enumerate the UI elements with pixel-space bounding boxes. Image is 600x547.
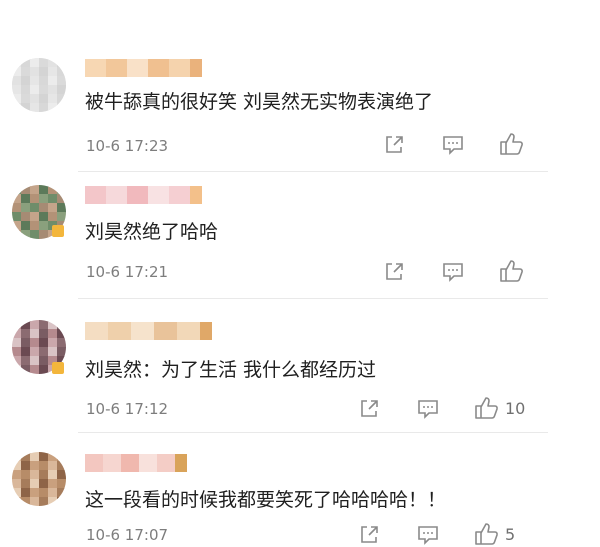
share-icon — [386, 136, 403, 153]
like-icon — [475, 397, 498, 419]
username-blur-block — [121, 454, 139, 472]
username-blur-block — [190, 59, 202, 77]
username-blur-block — [175, 454, 187, 472]
comment-icon — [443, 263, 463, 282]
like-button[interactable] — [473, 521, 498, 545]
share-icon — [361, 400, 378, 417]
avatar[interactable] — [12, 452, 66, 506]
like-button[interactable] — [498, 131, 523, 155]
verified-badge-icon — [52, 225, 64, 237]
like-count: 10 — [505, 399, 526, 418]
username-blur-block — [131, 322, 154, 340]
share-icon — [361, 526, 378, 543]
username-blur-block — [85, 59, 106, 77]
username-blur-block — [190, 186, 202, 204]
username-blur-block — [85, 322, 108, 340]
comment-icon — [443, 136, 463, 155]
comment-time: 10-6 17:12 — [86, 400, 169, 418]
avatar-pixel — [57, 497, 66, 506]
comment-icon — [418, 400, 438, 419]
username-blur-block — [106, 186, 127, 204]
share-button[interactable] — [382, 260, 406, 284]
username-blur-block — [200, 322, 212, 340]
comment-time: 10-6 17:07 — [86, 526, 169, 544]
comment-text: 刘昊然绝了哈哈 — [85, 221, 219, 243]
username-blur-block — [169, 186, 190, 204]
username[interactable] — [85, 322, 225, 340]
like-button[interactable] — [498, 258, 523, 282]
share-button[interactable] — [357, 397, 381, 421]
comment-text: 这一段看的时候我都要笑死了哈哈哈哈！！ — [85, 489, 447, 511]
divider — [78, 298, 548, 299]
avatar-pixel — [57, 103, 66, 112]
username-blur-block — [154, 322, 177, 340]
like-icon — [475, 523, 498, 545]
comment-button[interactable] — [416, 397, 440, 421]
share-button[interactable] — [382, 133, 406, 157]
comment-item: 刘昊然：为了生活 我什么都经历过 10-6 17:12 10 — [0, 300, 600, 438]
comment-item: 被牛舔真的很好笑 刘昊然无实物表演绝了 10-6 17:23 — [0, 0, 600, 172]
username-blur-block — [103, 454, 121, 472]
comment-time: 10-6 17:21 — [86, 263, 169, 281]
username-blur-block — [108, 322, 131, 340]
comment-button[interactable] — [441, 133, 465, 157]
share-icon — [386, 263, 403, 280]
verified-badge-icon — [52, 362, 64, 374]
avatar[interactable] — [12, 58, 66, 112]
username-blur-block — [127, 59, 148, 77]
comment-icon — [418, 526, 438, 545]
username-blur-block — [148, 59, 169, 77]
username-blur-block — [177, 322, 200, 340]
comment-time: 10-6 17:23 — [86, 137, 169, 155]
username-blur-block — [85, 454, 103, 472]
username[interactable] — [85, 186, 215, 204]
share-button[interactable] — [357, 523, 381, 547]
username[interactable] — [85, 59, 215, 77]
comment-item: 这一段看的时候我都要笑死了哈哈哈哈！！ 10-6 17:07 5 — [0, 434, 600, 545]
username[interactable] — [85, 454, 195, 472]
comment-text: 刘昊然：为了生活 我什么都经历过 — [85, 359, 377, 381]
divider — [78, 432, 548, 433]
username-blur-block — [169, 59, 190, 77]
username-blur-block — [127, 186, 148, 204]
like-count: 5 — [505, 525, 516, 544]
like-button[interactable] — [473, 395, 498, 419]
like-icon — [500, 260, 523, 282]
username-blur-block — [85, 186, 106, 204]
comment-item: 刘昊然绝了哈哈 10-6 17:21 — [0, 172, 600, 310]
comment-text: 被牛舔真的很好笑 刘昊然无实物表演绝了 — [85, 91, 434, 113]
username-blur-block — [139, 454, 157, 472]
comment-button[interactable] — [441, 260, 465, 284]
username-blur-block — [157, 454, 175, 472]
username-blur-block — [106, 59, 127, 77]
like-icon — [500, 133, 523, 155]
comment-button[interactable] — [416, 523, 440, 547]
username-blur-block — [148, 186, 169, 204]
